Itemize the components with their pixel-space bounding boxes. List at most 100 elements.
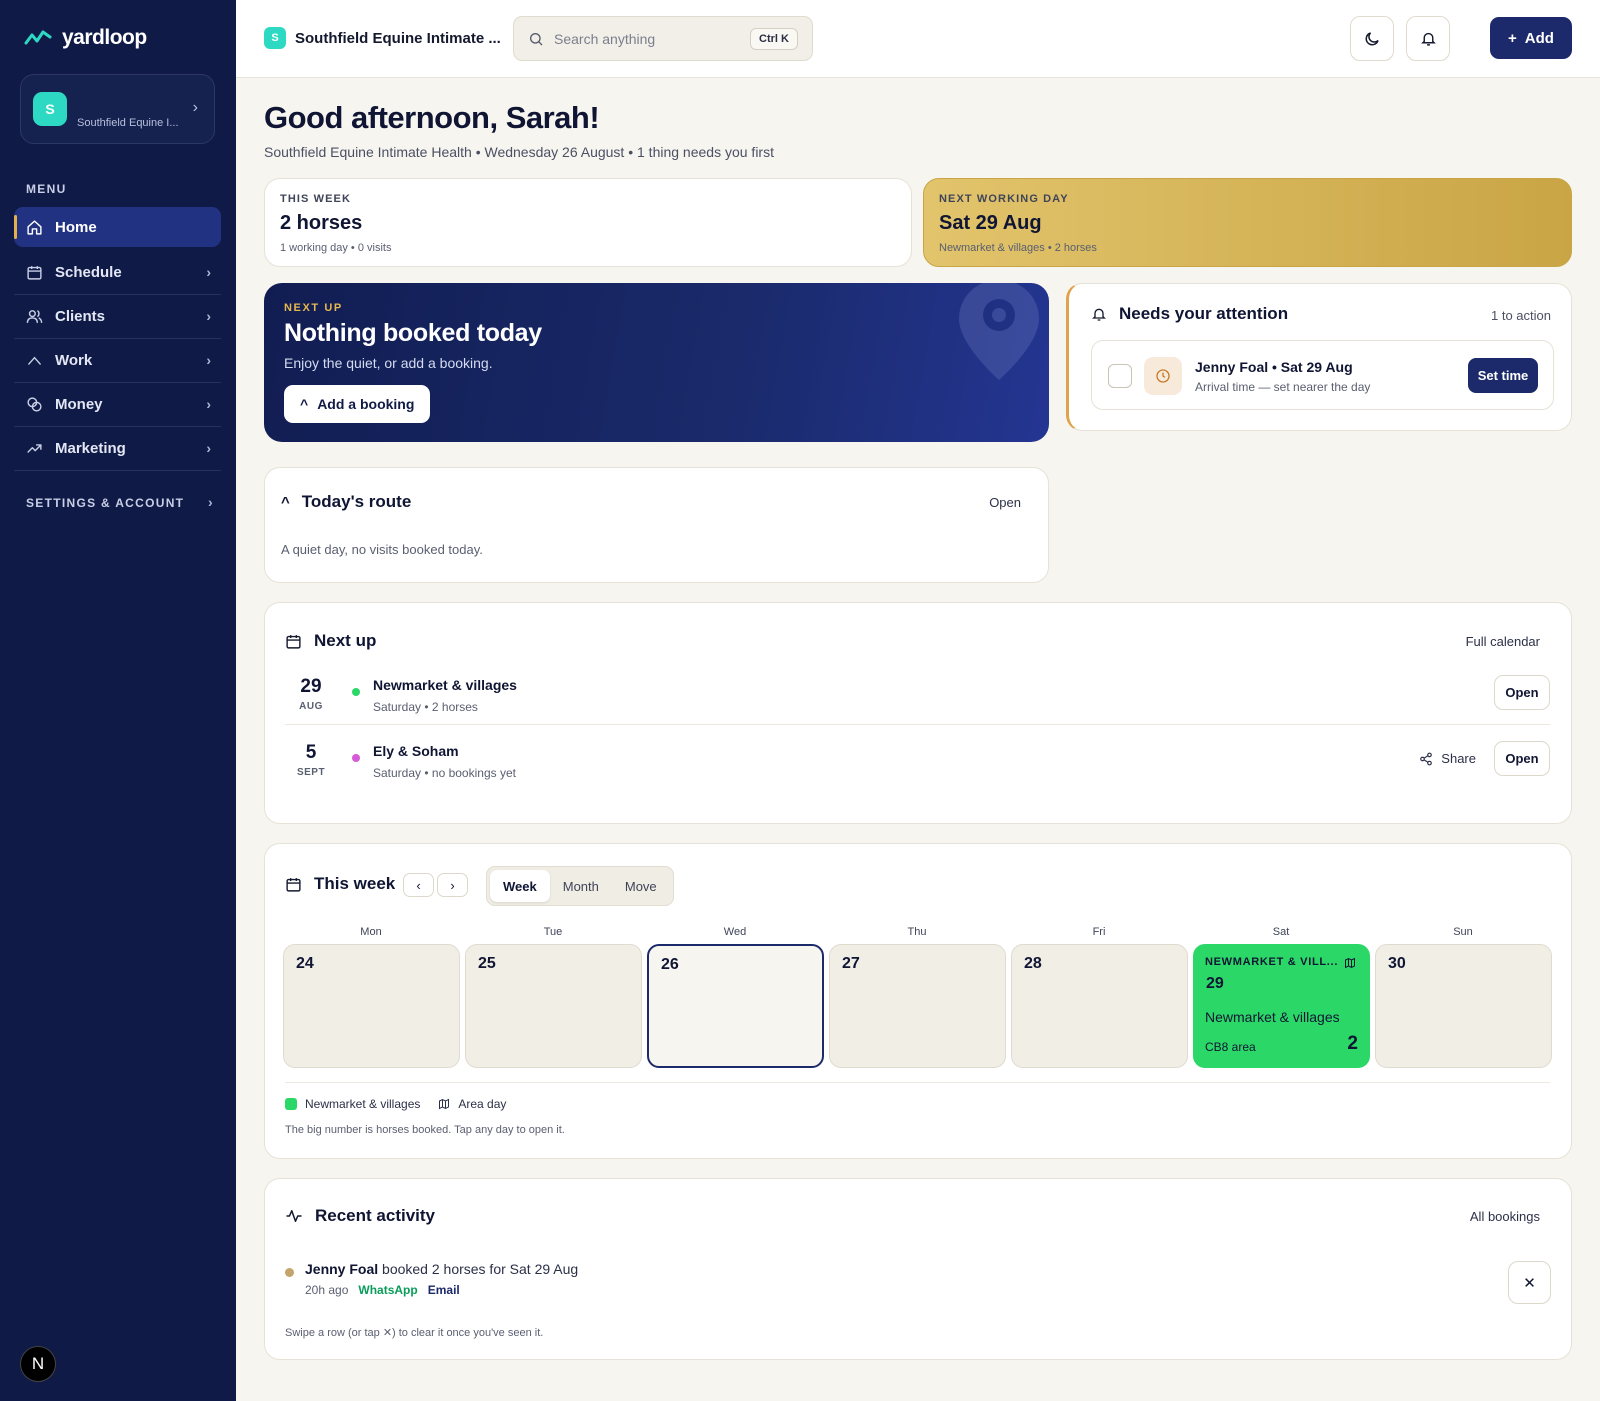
needs-attention-card: Needs your attention 1 to action Jenny F… bbox=[1066, 283, 1572, 431]
keyboard-shortcut: Ctrl K bbox=[750, 27, 798, 50]
org-switcher[interactable]: S Southfield Equine I... › bbox=[20, 74, 215, 144]
dismiss-button[interactable]: ✕ bbox=[1508, 1261, 1551, 1304]
menu-heading: MENU bbox=[26, 182, 67, 196]
day-postcode: CB8 area bbox=[1205, 1040, 1256, 1054]
open-button[interactable]: Open bbox=[1494, 675, 1550, 710]
next-week-button[interactable]: › bbox=[437, 873, 468, 897]
money-icon bbox=[27, 397, 42, 412]
date-day: 29 bbox=[300, 676, 322, 697]
bell-icon bbox=[1092, 308, 1106, 321]
calendar-day[interactable]: 30 bbox=[1375, 944, 1552, 1068]
day-number: 28 bbox=[1024, 955, 1042, 972]
map-icon bbox=[1345, 957, 1355, 969]
sidebar-item-label: Marketing bbox=[55, 440, 126, 457]
activity-time: 20h ago bbox=[305, 1283, 349, 1297]
dev-tools-badge[interactable]: N bbox=[20, 1346, 56, 1382]
chevron-up-icon: ^ bbox=[300, 396, 309, 412]
next-up-hero: NEXT UP Nothing booked today Enjoy the q… bbox=[264, 283, 1049, 442]
sidebar: yardloop S Southfield Equine I... › MENU… bbox=[0, 0, 236, 1401]
chevron-right-icon: › bbox=[192, 99, 198, 116]
day-number: 26 bbox=[661, 956, 679, 973]
email-link[interactable]: Email bbox=[428, 1283, 460, 1297]
list-item[interactable]: 5 SEPT Ely & Soham Saturday • no booking… bbox=[285, 725, 1550, 791]
sidebar-item-marketing[interactable]: Marketing › bbox=[14, 427, 221, 471]
attention-count: 1 to action bbox=[1491, 308, 1551, 323]
add-booking-button[interactable]: ^ Add a booking bbox=[284, 385, 431, 423]
sidebar-item-clients[interactable]: Clients › bbox=[14, 295, 221, 339]
tab-week[interactable]: Week bbox=[490, 870, 550, 902]
day-number: 29 bbox=[1206, 975, 1224, 992]
weekday-label: Tue bbox=[543, 926, 563, 938]
calendar-day[interactable]: 24 bbox=[283, 944, 460, 1068]
tab-move[interactable]: Move bbox=[612, 870, 670, 902]
sidebar-item-home[interactable]: Home bbox=[14, 207, 221, 247]
activity-client[interactable]: Jenny Foal bbox=[305, 1261, 378, 1277]
settings-and-account[interactable]: SETTINGS & ACCOUNT › bbox=[26, 494, 216, 510]
area-color-dot bbox=[352, 754, 360, 762]
date-day: 5 bbox=[305, 742, 317, 763]
calendar-note: The big number is horses booked. Tap any… bbox=[285, 1124, 565, 1136]
add-booking-label: Add a booking bbox=[317, 396, 415, 412]
list-item[interactable]: 29 AUG Newmarket & villages Saturday • 2… bbox=[285, 659, 1550, 725]
all-bookings-link[interactable]: All bookings bbox=[1470, 1209, 1540, 1224]
sidebar-item-label: Work bbox=[55, 352, 93, 369]
org-name: Southfield Equine I... bbox=[77, 117, 179, 129]
next-working-day-card[interactable]: NEXT WORKING DAY Sat 29 Aug Newmarket & … bbox=[923, 178, 1572, 267]
this-week-stat-card[interactable]: THIS WEEK 2 horses 1 working day • 0 vis… bbox=[264, 178, 912, 267]
calendar-day-booked[interactable]: NEWMARKET & VILL... 29 Newmarket & villa… bbox=[1193, 944, 1370, 1068]
tab-month[interactable]: Month bbox=[550, 870, 612, 902]
hero-subtitle: Enjoy the quiet, or add a booking. bbox=[284, 355, 493, 371]
search-icon bbox=[530, 32, 543, 45]
sidebar-item-label: Clients bbox=[55, 308, 106, 325]
calendar-icon bbox=[286, 634, 301, 649]
date-month: SEPT bbox=[296, 767, 326, 778]
trend-icon bbox=[27, 444, 42, 453]
sidebar-item-schedule[interactable]: Schedule › bbox=[14, 251, 221, 295]
whatsapp-link[interactable]: WhatsApp bbox=[358, 1283, 417, 1297]
calendar-day-today[interactable]: 26 bbox=[647, 944, 824, 1068]
set-time-button[interactable]: Set time bbox=[1468, 358, 1538, 393]
search-input[interactable]: Search anything Ctrl K bbox=[513, 16, 813, 61]
open-button[interactable]: Open bbox=[1494, 741, 1550, 776]
date-month: AUG bbox=[299, 701, 323, 712]
map-icon bbox=[439, 1098, 450, 1110]
next-up-header: Next up bbox=[285, 631, 376, 651]
route-empty-text: A quiet day, no visits booked today. bbox=[281, 542, 483, 557]
calendar-day[interactable]: 28 bbox=[1011, 944, 1188, 1068]
calendar-icon bbox=[286, 877, 301, 892]
task-checkbox[interactable] bbox=[1108, 364, 1132, 388]
chevron-right-icon: › bbox=[206, 264, 211, 280]
calendar-day[interactable]: 27 bbox=[829, 944, 1006, 1068]
sidebar-item-money[interactable]: Money › bbox=[14, 383, 221, 427]
share-icon bbox=[1420, 752, 1433, 765]
work-icon bbox=[28, 356, 41, 365]
calendar-icon bbox=[27, 266, 42, 280]
activity-header: Recent activity bbox=[285, 1206, 435, 1226]
route-open-link[interactable]: Open bbox=[989, 495, 1021, 510]
area-title: Ely & Soham bbox=[373, 743, 459, 759]
workspace-avatar: S bbox=[264, 27, 286, 49]
task-title: Jenny Foal • Sat 29 Aug bbox=[1195, 359, 1353, 375]
bell-icon bbox=[1420, 32, 1436, 46]
route-header[interactable]: ^ Today's route bbox=[281, 492, 411, 512]
full-calendar-link[interactable]: Full calendar bbox=[1466, 634, 1540, 649]
next-up-title: Next up bbox=[314, 631, 377, 650]
workspace-name: Southfield Equine Intimate ... bbox=[295, 29, 501, 47]
brand[interactable]: yardloop bbox=[24, 26, 147, 50]
sidebar-item-work[interactable]: Work › bbox=[14, 339, 221, 383]
workspace-switcher[interactable]: S Southfield Equine Intimate ... bbox=[264, 27, 501, 49]
close-icon: ✕ bbox=[1523, 1274, 1536, 1292]
sidebar-item-label: Home bbox=[55, 218, 97, 236]
attention-task: Jenny Foal • Sat 29 Aug Arrival time — s… bbox=[1091, 340, 1554, 410]
todays-route-card: ^ Today's route Open A quiet day, no vis… bbox=[264, 467, 1049, 583]
notifications-button[interactable] bbox=[1406, 16, 1450, 61]
add-button[interactable]: + Add bbox=[1490, 17, 1572, 59]
calendar-day[interactable]: 25 bbox=[465, 944, 642, 1068]
prev-week-button[interactable]: ‹ bbox=[403, 873, 434, 897]
this-week-card: This week ‹ › Week Month Move Mon Tue We… bbox=[264, 843, 1572, 1159]
share-button[interactable]: Share bbox=[1419, 751, 1476, 766]
area-sub: Saturday • 2 horses bbox=[373, 700, 478, 714]
this-week-title: This week bbox=[314, 874, 396, 893]
theme-toggle-button[interactable] bbox=[1350, 16, 1394, 61]
attention-header: Needs your attention bbox=[1091, 304, 1288, 324]
